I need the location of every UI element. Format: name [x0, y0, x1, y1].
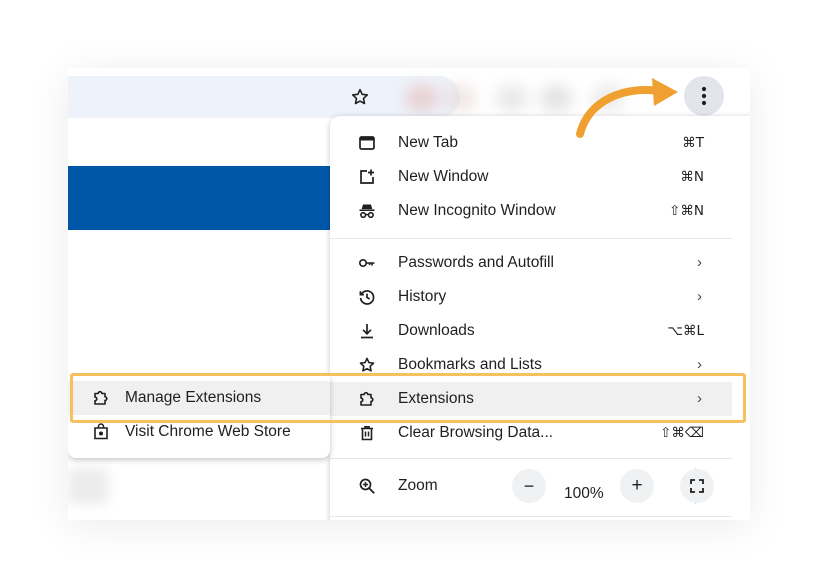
zoom-icon [358, 477, 376, 495]
address-bar[interactable] [68, 76, 460, 118]
menu-item-shortcut: ⌥⌘L [667, 323, 704, 339]
web-store-icon [92, 423, 110, 441]
chevron-right-icon: › [697, 356, 702, 373]
menu-item-downloads[interactable]: Downloads ⌥⌘L [330, 314, 732, 348]
menu-item-passwords-and-autofill[interactable]: Passwords and Autofill › [330, 246, 732, 280]
menu-item-label: Downloads [398, 322, 475, 339]
menu-item-label: Passwords and Autofill [398, 254, 554, 271]
zoom-label: Zoom [398, 477, 438, 494]
submenu-item-visit-chrome-web-store[interactable]: Visit Chrome Web Store [68, 415, 330, 449]
menu-divider [330, 516, 732, 517]
submenu-item-label: Visit Chrome Web Store [125, 423, 291, 440]
star-outline-icon [358, 356, 376, 374]
puzzle-icon [358, 390, 376, 408]
menu-item-label: Bookmarks and Lists [398, 356, 542, 373]
menu-item-shortcut: ⇧⌘N [669, 203, 704, 219]
menu-item-new-incognito-window[interactable]: New Incognito Window ⇧⌘N [330, 194, 732, 228]
trash-icon [358, 424, 376, 442]
submenu-item-label: Manage Extensions [125, 389, 262, 406]
menu-item-extensions[interactable]: Extensions › [330, 382, 732, 416]
zoom-in-button[interactable]: + [620, 469, 654, 503]
fullscreen-button[interactable] [680, 469, 714, 503]
download-icon [358, 322, 376, 340]
zoom-level: 100% [564, 485, 604, 502]
menu-item-shortcut: ⇧⌘⌫ [660, 425, 704, 441]
submenu-item-manage-extensions[interactable]: Manage Extensions [68, 381, 330, 415]
menu-divider [330, 458, 732, 459]
menu-item-shortcut: ⌘N [680, 169, 704, 185]
fullscreen-icon [690, 479, 704, 493]
menu-item-label: Clear Browsing Data... [398, 424, 554, 441]
menu-item-label: Extensions [398, 390, 474, 407]
menu-item-label: History [398, 288, 447, 305]
menu-item-label: New Tab [398, 134, 459, 151]
chrome-menu-button[interactable] [684, 76, 724, 116]
menu-item-label: New Incognito Window [398, 202, 556, 219]
plus-icon: + [631, 475, 643, 496]
menu-divider [330, 238, 732, 239]
new-window-icon [358, 168, 376, 186]
star-outline-icon [351, 88, 369, 105]
menu-item-bookmarks-and-lists[interactable]: Bookmarks and Lists › [330, 348, 732, 382]
blurred-page-content [68, 468, 108, 504]
chevron-right-icon: › [697, 390, 702, 407]
menu-item-label: New Window [398, 168, 489, 185]
incognito-icon [358, 202, 376, 220]
minus-icon: − [523, 476, 535, 496]
puzzle-icon [92, 389, 110, 407]
menu-item-new-window[interactable]: New Window ⌘N [330, 160, 732, 194]
history-icon [358, 288, 376, 306]
zoom-out-button[interactable]: − [512, 469, 546, 503]
chevron-right-icon: › [697, 288, 702, 305]
menu-item-history[interactable]: History › [330, 280, 732, 314]
chrome-menu: New Tab ⌘T New Window ⌘N New Incognito W… [330, 116, 750, 520]
bookmark-star-button[interactable] [346, 83, 374, 111]
new-tab-icon [358, 134, 376, 152]
menu-item-clear-browsing-data[interactable]: Clear Browsing Data... ⇧⌘⌫ [330, 416, 732, 450]
pointer-arrow-icon [576, 78, 678, 138]
key-icon [358, 254, 376, 272]
page-banner [68, 166, 330, 230]
extensions-submenu: Manage Extensions Visit Chrome Web Store [68, 376, 330, 458]
vertical-dots-icon [701, 86, 707, 106]
chevron-right-icon: › [697, 254, 702, 271]
